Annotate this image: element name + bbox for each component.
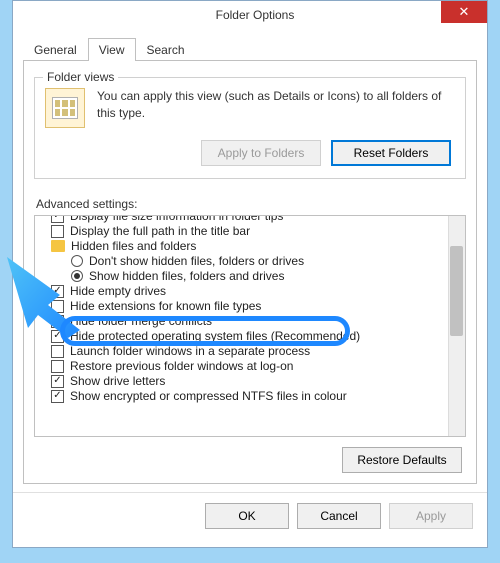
adv-item-3[interactable]: Don't show hidden files, folders or driv… [41,254,465,268]
ok-button[interactable]: OK [205,503,289,529]
advanced-settings-list[interactable]: ✓ Display file size information in folder… [34,215,466,437]
folder-views-title: Folder views [43,70,118,84]
adv-item-label: Hide extensions for known file types [70,299,261,313]
adv-item-label: Launch folder windows in a separate proc… [70,344,310,358]
tab-general[interactable]: General [23,38,88,61]
adv-item-7[interactable]: ✓ Hide folder merge conflicts [41,314,465,328]
adv-item-label: Restore previous folder windows at log-o… [70,359,293,373]
checkbox[interactable] [51,345,64,358]
radio[interactable] [71,270,83,282]
close-icon: ✕ [459,4,470,20]
adv-item-1[interactable]: Display the full path in the title bar [41,224,465,238]
checkbox[interactable]: ✓ [51,375,64,388]
apply-to-folders-button: Apply to Folders [201,140,321,166]
adv-item-12[interactable]: ✓ Show encrypted or compressed NTFS files… [41,389,465,403]
folder-views-group: Folder views You can apply this view (su… [34,77,466,179]
checkbox[interactable]: ✓ [51,285,64,298]
cancel-button[interactable]: Cancel [297,503,381,529]
adv-item-10[interactable]: Restore previous folder windows at log-o… [41,359,465,373]
restore-defaults-button[interactable]: Restore Defaults [342,447,462,473]
adv-item-label: Display file size information in folder … [70,215,283,223]
scrollbar[interactable] [448,216,465,436]
adv-item-5[interactable]: ✓ Hide empty drives [41,284,465,298]
folder-views-text: You can apply this view (such as Details… [97,88,455,122]
tab-panel-view: Folder views You can apply this view (su… [23,61,477,484]
close-button[interactable]: ✕ [441,1,487,23]
checkbox[interactable] [51,300,64,313]
checkbox[interactable]: ✓ [51,215,64,223]
tab-view[interactable]: View [88,38,136,61]
adv-item-2: Hidden files and folders [41,239,465,253]
adv-item-6[interactable]: Hide extensions for known file types [41,299,465,313]
titlebar: Folder Options ✕ [13,1,487,29]
checkbox[interactable] [51,225,64,238]
tabstrip: General View Search [23,37,477,61]
folder-views-icon [45,88,85,128]
reset-folders-button[interactable]: Reset Folders [331,140,451,166]
folder-icon [51,240,65,252]
adv-item-8[interactable]: ✓ Hide protected operating system files (… [41,329,465,343]
tab-search[interactable]: Search [136,38,196,61]
adv-item-9[interactable]: Launch folder windows in a separate proc… [41,344,465,358]
folder-options-dialog: Folder Options ✕ General View Search Fol… [12,0,488,548]
checkbox[interactable] [51,360,64,373]
adv-item-11[interactable]: ✓ Show drive letters [41,374,465,388]
radio[interactable] [71,255,83,267]
checkbox[interactable]: ✓ [51,390,64,403]
scrollbar-thumb[interactable] [450,246,463,336]
adv-item-label: Show hidden files, folders and drives [89,269,284,283]
checkbox[interactable]: ✓ [51,315,64,328]
apply-button: Apply [389,503,473,529]
adv-item-label: Hide folder merge conflicts [70,314,212,328]
adv-item-label: Display the full path in the title bar [70,224,250,238]
adv-item-label: Hide empty drives [70,284,166,298]
checkbox[interactable]: ✓ [51,330,64,343]
window-title: Folder Options [23,8,487,22]
adv-item-label: Show drive letters [70,374,165,388]
adv-item-label: Don't show hidden files, folders or driv… [89,254,304,268]
adv-item-label: Hide protected operating system files (R… [70,329,360,343]
adv-item-label: Show encrypted or compressed NTFS files … [70,389,347,403]
adv-item-4[interactable]: Show hidden files, folders and drives [41,269,465,283]
adv-item-label: Hidden files and folders [71,239,196,253]
adv-item-0[interactable]: ✓ Display file size information in folder… [41,215,465,223]
advanced-settings-label: Advanced settings: [36,197,466,211]
